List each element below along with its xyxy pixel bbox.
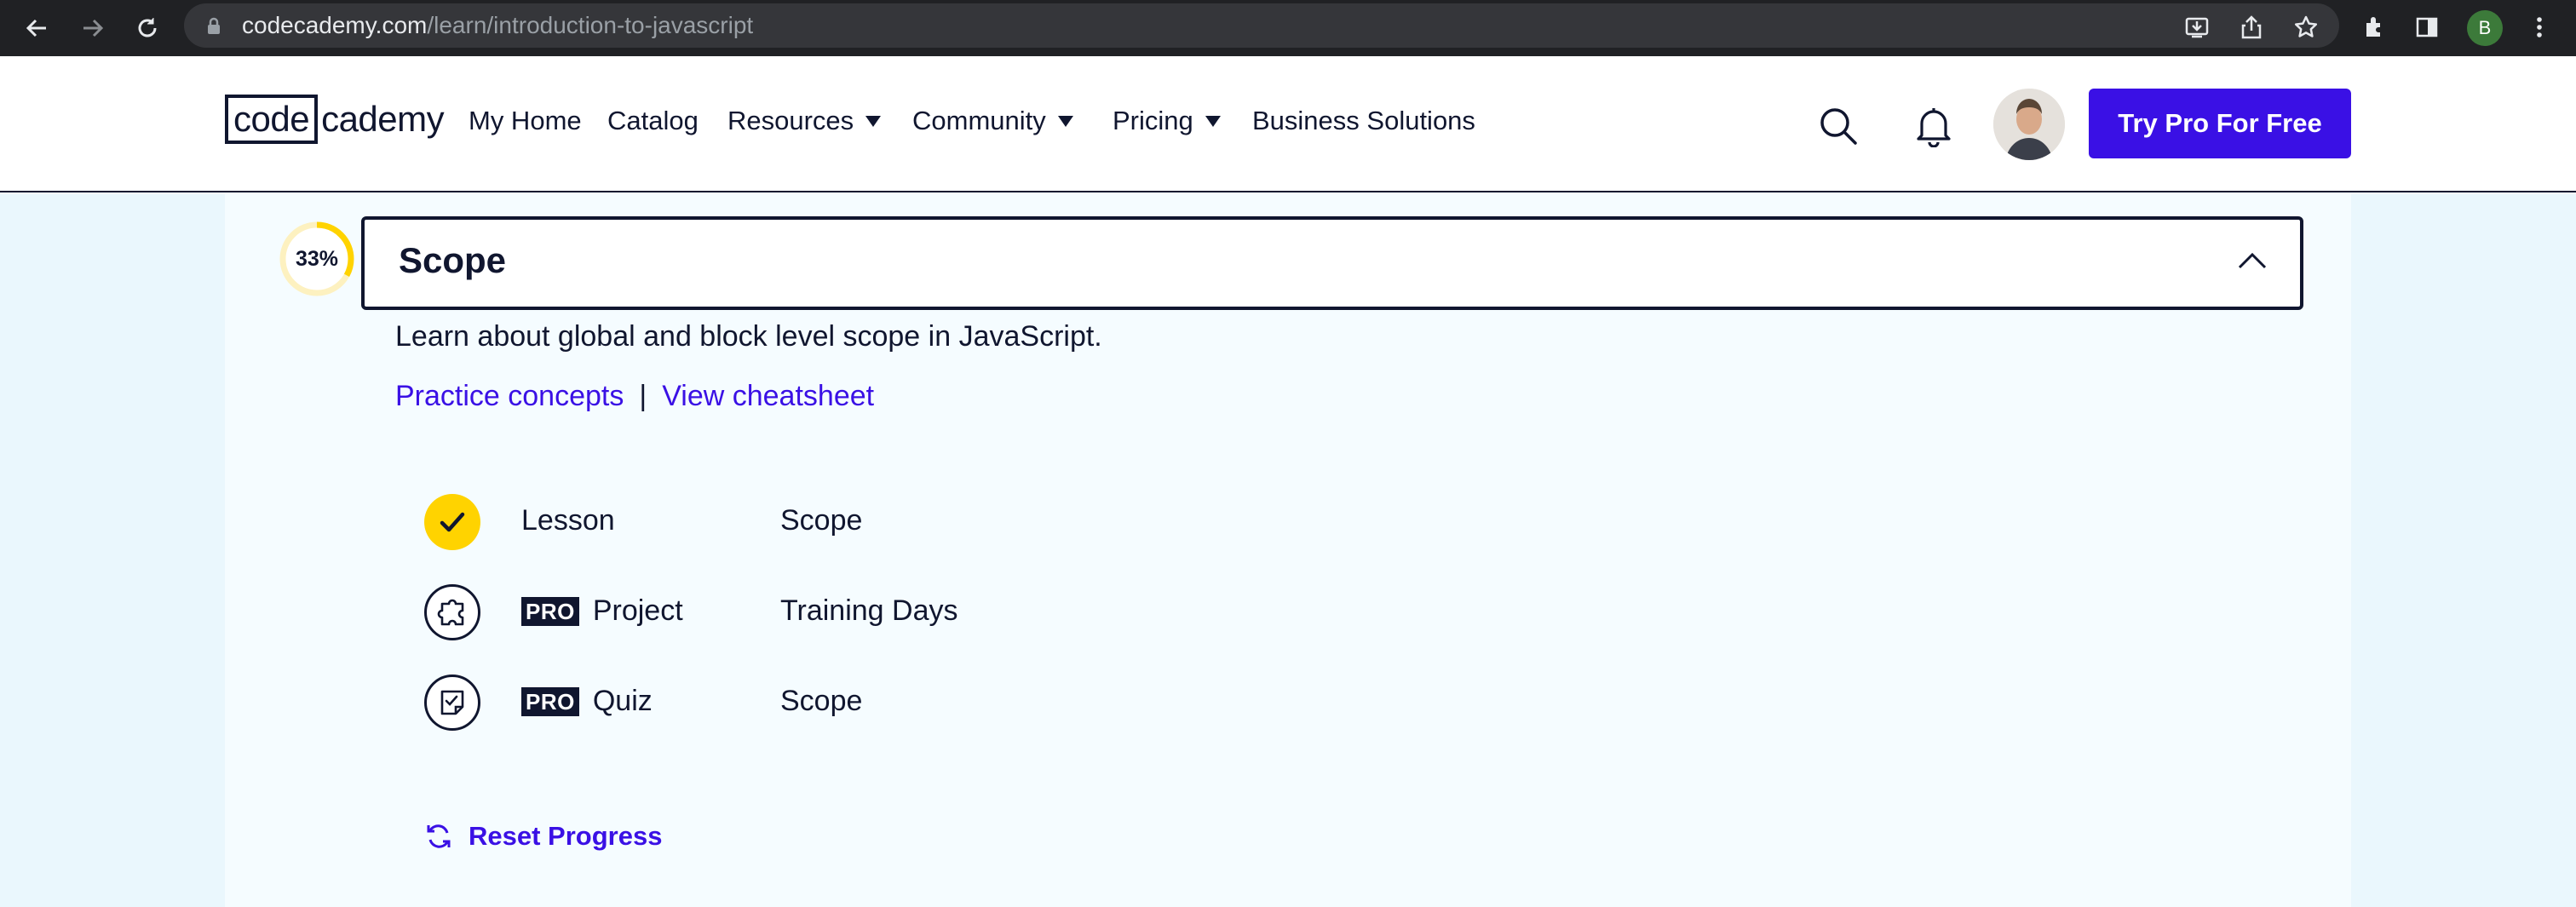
nav-catalog[interactable]: Catalog [607,106,699,136]
list-item-lesson[interactable]: Lesson Scope [424,494,1191,550]
list-item-quiz[interactable]: PRO Quiz Scope [424,675,1191,731]
try-pro-button[interactable]: Try Pro For Free [2089,89,2351,158]
item-name: Training Days [780,594,958,627]
more-vertical-icon[interactable] [2520,8,2559,47]
forward-arrow-icon[interactable] [73,9,112,48]
refresh-icon [424,822,453,851]
pro-badge: PRO [521,596,579,626]
item-type: PRO Project [521,594,683,628]
nav-pricing[interactable]: Pricing [1113,106,1221,136]
side-panel-icon[interactable] [2407,8,2447,47]
nav-business-solutions[interactable]: Business Solutions [1252,106,1475,136]
install-icon[interactable] [2177,8,2217,47]
item-type: PRO Quiz [521,685,653,718]
address-bar[interactable]: codecademy.com/learn/introduction-to-jav… [184,3,2339,48]
practice-concepts-link[interactable]: Practice concepts [395,380,624,413]
bookmark-star-icon[interactable] [2286,8,2326,47]
quiz-note-icon [424,675,480,731]
checkmark-icon [424,494,480,550]
browser-toolbar: codecademy.com/learn/introduction-to-jav… [0,0,2576,56]
nav-community[interactable]: Community [912,106,1073,136]
page-gutter-left [0,194,225,907]
user-avatar[interactable] [1993,89,2065,160]
reload-icon[interactable] [128,9,167,48]
module-links: Practice concepts | View cheatsheet [395,380,874,413]
url-text: codecademy.com/learn/introduction-to-jav… [242,12,754,38]
caret-down-icon [865,115,882,127]
share-icon[interactable] [2232,8,2271,47]
caret-down-icon [1205,115,1221,127]
progress-percent: 33% [295,246,339,271]
module-accordion-header[interactable]: Scope [361,216,2303,310]
link-separator: | [639,380,647,412]
caret-down-icon [1057,115,1073,127]
puzzle-piece-icon [424,584,480,640]
codecademy-logo[interactable]: code cademy [225,94,445,145]
pro-badge: PRO [521,686,579,716]
list-item-project[interactable]: PRO Project Training Days [424,584,1191,640]
bell-icon[interactable] [1910,102,1958,150]
nav-resources[interactable]: Resources [727,106,882,136]
back-arrow-icon[interactable] [17,9,56,48]
profile-avatar[interactable]: B [2467,10,2503,46]
site-header: code cademy My Home Catalog Resources Com… [0,56,2576,192]
module-title: Scope [399,240,507,280]
item-name: Scope [780,685,863,717]
chevron-up-icon[interactable] [2237,250,2268,275]
view-cheatsheet-link[interactable]: View cheatsheet [662,380,874,413]
nav-my-home[interactable]: My Home [469,106,582,136]
reset-progress-button[interactable]: Reset Progress [424,821,662,852]
item-name: Scope [780,504,863,537]
lock-icon [206,17,221,40]
search-icon[interactable] [1814,102,1862,150]
page-gutter-right [2351,194,2576,907]
extensions-icon[interactable] [2355,8,2394,47]
item-type: Lesson [521,504,615,537]
module-description: Learn about global and block level scope… [395,320,1102,353]
